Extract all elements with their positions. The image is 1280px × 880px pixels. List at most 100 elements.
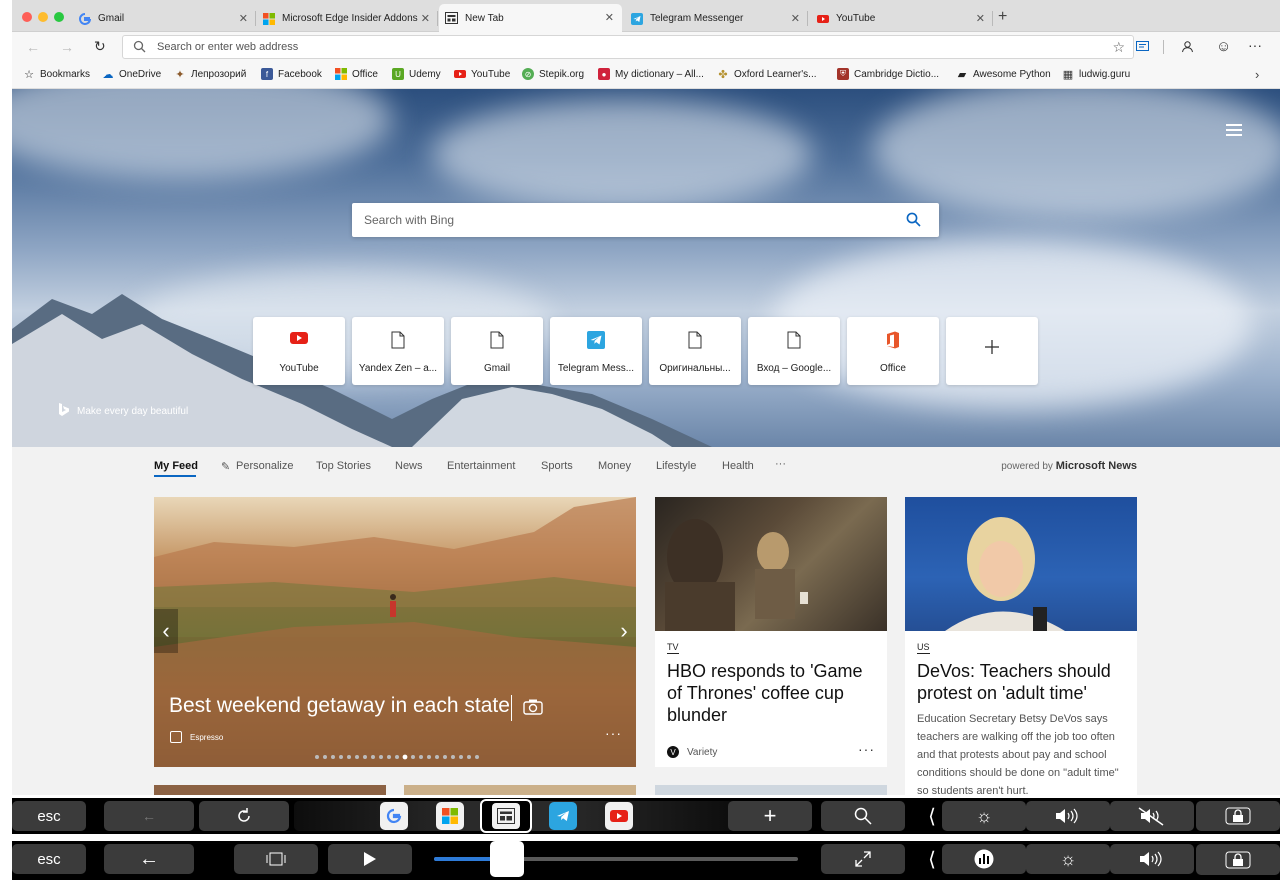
story-headline[interactable]: HBO responds to 'Game of Thrones' coffee…: [667, 660, 875, 726]
feed-tab-entertainment[interactable]: Entertainment: [447, 460, 515, 472]
play-icon[interactable]: [328, 844, 412, 874]
address-bar[interactable]: ☆: [122, 35, 1134, 59]
category-label[interactable]: TV: [667, 642, 679, 654]
top-site-tile[interactable]: Yandex Zen – a...: [352, 317, 444, 385]
search-icon[interactable]: [821, 801, 905, 831]
feed-tab-news[interactable]: News: [395, 460, 423, 472]
mute-icon[interactable]: [1110, 801, 1194, 831]
bookmark-item[interactable]: ▦ ludwig.guru: [1062, 68, 1130, 81]
google-icon[interactable]: [380, 802, 408, 830]
search-icon[interactable]: [906, 212, 921, 232]
chevron-right-icon[interactable]: ›: [1255, 67, 1259, 82]
bookmark-item[interactable]: U Udemy: [392, 68, 441, 80]
settings-menu-icon[interactable]: [1226, 124, 1242, 136]
collapse-chevron-icon[interactable]: ⟨: [924, 801, 940, 831]
feedback-smiley-icon[interactable]: ☺: [1216, 39, 1231, 54]
esc-key[interactable]: esc: [12, 801, 86, 831]
back-arrow-icon[interactable]: ←: [104, 801, 194, 831]
feed-tab-my-feed[interactable]: My Feed: [154, 460, 198, 472]
bing-search-input[interactable]: [364, 212, 884, 228]
tab-telegram[interactable]: Telegram Messenger ✕: [624, 5, 808, 32]
powered-by-brand[interactable]: Microsoft News: [1056, 460, 1137, 472]
feed-tab-top-stories[interactable]: Top Stories: [316, 460, 371, 472]
reading-view-icon[interactable]: [1136, 40, 1149, 58]
siri-equalizer-icon[interactable]: [942, 844, 1026, 874]
lock-icon[interactable]: [1196, 845, 1280, 875]
youtube-icon[interactable]: [605, 802, 633, 830]
bookmark-item[interactable]: ✤ Oxford Learner's...: [717, 68, 816, 81]
story-card-partial[interactable]: [655, 785, 887, 795]
profile-icon[interactable]: [1181, 40, 1194, 58]
telegram-icon[interactable]: [549, 802, 577, 830]
feed-tab-lifestyle[interactable]: Lifestyle: [656, 460, 696, 472]
lock-icon[interactable]: [1196, 801, 1280, 831]
story-card-devos[interactable]: US DeVos: Teachers should protest on 'ad…: [905, 497, 1137, 795]
story-card-hbo[interactable]: TV HBO responds to 'Game of Thrones' cof…: [655, 497, 887, 767]
story-headline[interactable]: DeVos: Teachers should protest on 'adult…: [917, 660, 1125, 704]
favorite-star-icon[interactable]: ☆: [1112, 39, 1125, 56]
bookmark-item[interactable]: ⊘ Stepik.org: [522, 68, 584, 80]
back-arrow-icon[interactable]: ←: [104, 844, 194, 874]
story-card-partial[interactable]: [404, 785, 636, 795]
forward-arrow-icon[interactable]: →: [60, 40, 74, 54]
bookmark-item[interactable]: ● My dictionary – All...: [598, 68, 704, 80]
brightness-icon[interactable]: ☼: [1026, 844, 1110, 874]
media-scrubber[interactable]: [422, 841, 822, 877]
close-tab-icon[interactable]: ✕: [976, 12, 985, 25]
carousel-prev-button[interactable]: ‹: [154, 609, 178, 653]
close-tab-icon[interactable]: ✕: [791, 12, 800, 25]
feed-tab-personalize[interactable]: Personalize: [236, 460, 293, 472]
bing-tagline[interactable]: Make every day beautiful: [58, 403, 188, 419]
add-site-tile[interactable]: [946, 317, 1038, 385]
collapse-chevron-icon[interactable]: ⟨: [924, 844, 940, 874]
address-input[interactable]: [157, 39, 1077, 55]
featured-story-card[interactable]: ‹ › Best weekend getaway in each state E…: [154, 497, 636, 767]
bookmark-item[interactable]: YouTube: [454, 68, 510, 80]
fullscreen-icon[interactable]: [821, 844, 905, 874]
minimize-window-button[interactable]: [38, 12, 48, 22]
featured-headline[interactable]: Best weekend getaway in each state: [169, 694, 510, 718]
refresh-icon[interactable]: ↻: [94, 39, 106, 53]
bookmark-item[interactable]: ☆ Bookmarks: [23, 68, 90, 81]
bookmark-item[interactable]: ☁ OneDrive: [102, 68, 162, 81]
tab-new-tab[interactable]: New Tab ✕: [439, 4, 622, 32]
story-card-partial[interactable]: [154, 785, 386, 795]
feed-tab-money[interactable]: Money: [598, 460, 631, 472]
picture-in-picture-icon[interactable]: [234, 844, 318, 874]
top-site-tile[interactable]: Вход – Google...: [748, 317, 840, 385]
feed-tab-health[interactable]: Health: [722, 460, 754, 472]
card-more-icon[interactable]: ···: [858, 741, 875, 757]
top-site-tile[interactable]: Telegram Mess...: [550, 317, 642, 385]
bookmark-item[interactable]: f Facebook: [261, 68, 322, 80]
volume-icon[interactable]: [1110, 844, 1194, 874]
scrubber-handle[interactable]: [489, 841, 524, 877]
bookmark-item[interactable]: ⛨ Cambridge Dictio...: [837, 68, 939, 80]
top-site-tile[interactable]: YouTube: [253, 317, 345, 385]
carousel-dots[interactable]: [314, 747, 494, 760]
newtab-icon[interactable]: [480, 799, 532, 833]
zoom-window-button[interactable]: [54, 12, 64, 22]
top-site-tile[interactable]: Gmail: [451, 317, 543, 385]
tab-edge-addons[interactable]: Microsoft Edge Insider Addons ✕: [256, 5, 438, 32]
bookmark-item[interactable]: ✦ Лепрозорий: [174, 68, 246, 81]
carousel-next-button[interactable]: ›: [612, 609, 636, 653]
bookmark-item[interactable]: ▰ Awesome Python: [956, 68, 1051, 81]
brightness-icon[interactable]: ☼: [942, 801, 1026, 831]
volume-icon[interactable]: [1026, 801, 1110, 831]
feed-more-icon[interactable]: ···: [775, 458, 786, 470]
plus-icon[interactable]: +: [728, 801, 812, 831]
close-tab-icon[interactable]: ✕: [605, 11, 614, 24]
card-more-icon[interactable]: ···: [605, 725, 622, 741]
bing-search-box[interactable]: [352, 203, 939, 237]
top-site-tile[interactable]: Оригинальны...: [649, 317, 741, 385]
feed-tab-sports[interactable]: Sports: [541, 460, 573, 472]
category-label[interactable]: US: [917, 642, 930, 654]
close-tab-icon[interactable]: ✕: [421, 12, 430, 25]
new-tab-button[interactable]: +: [998, 8, 1007, 26]
top-site-tile[interactable]: Office: [847, 317, 939, 385]
refresh-icon[interactable]: [199, 801, 289, 831]
tab-youtube[interactable]: YouTube ✕: [810, 5, 993, 32]
bookmark-item[interactable]: Office: [335, 68, 378, 80]
close-tab-icon[interactable]: ✕: [239, 12, 248, 25]
esc-key[interactable]: esc: [12, 844, 86, 874]
